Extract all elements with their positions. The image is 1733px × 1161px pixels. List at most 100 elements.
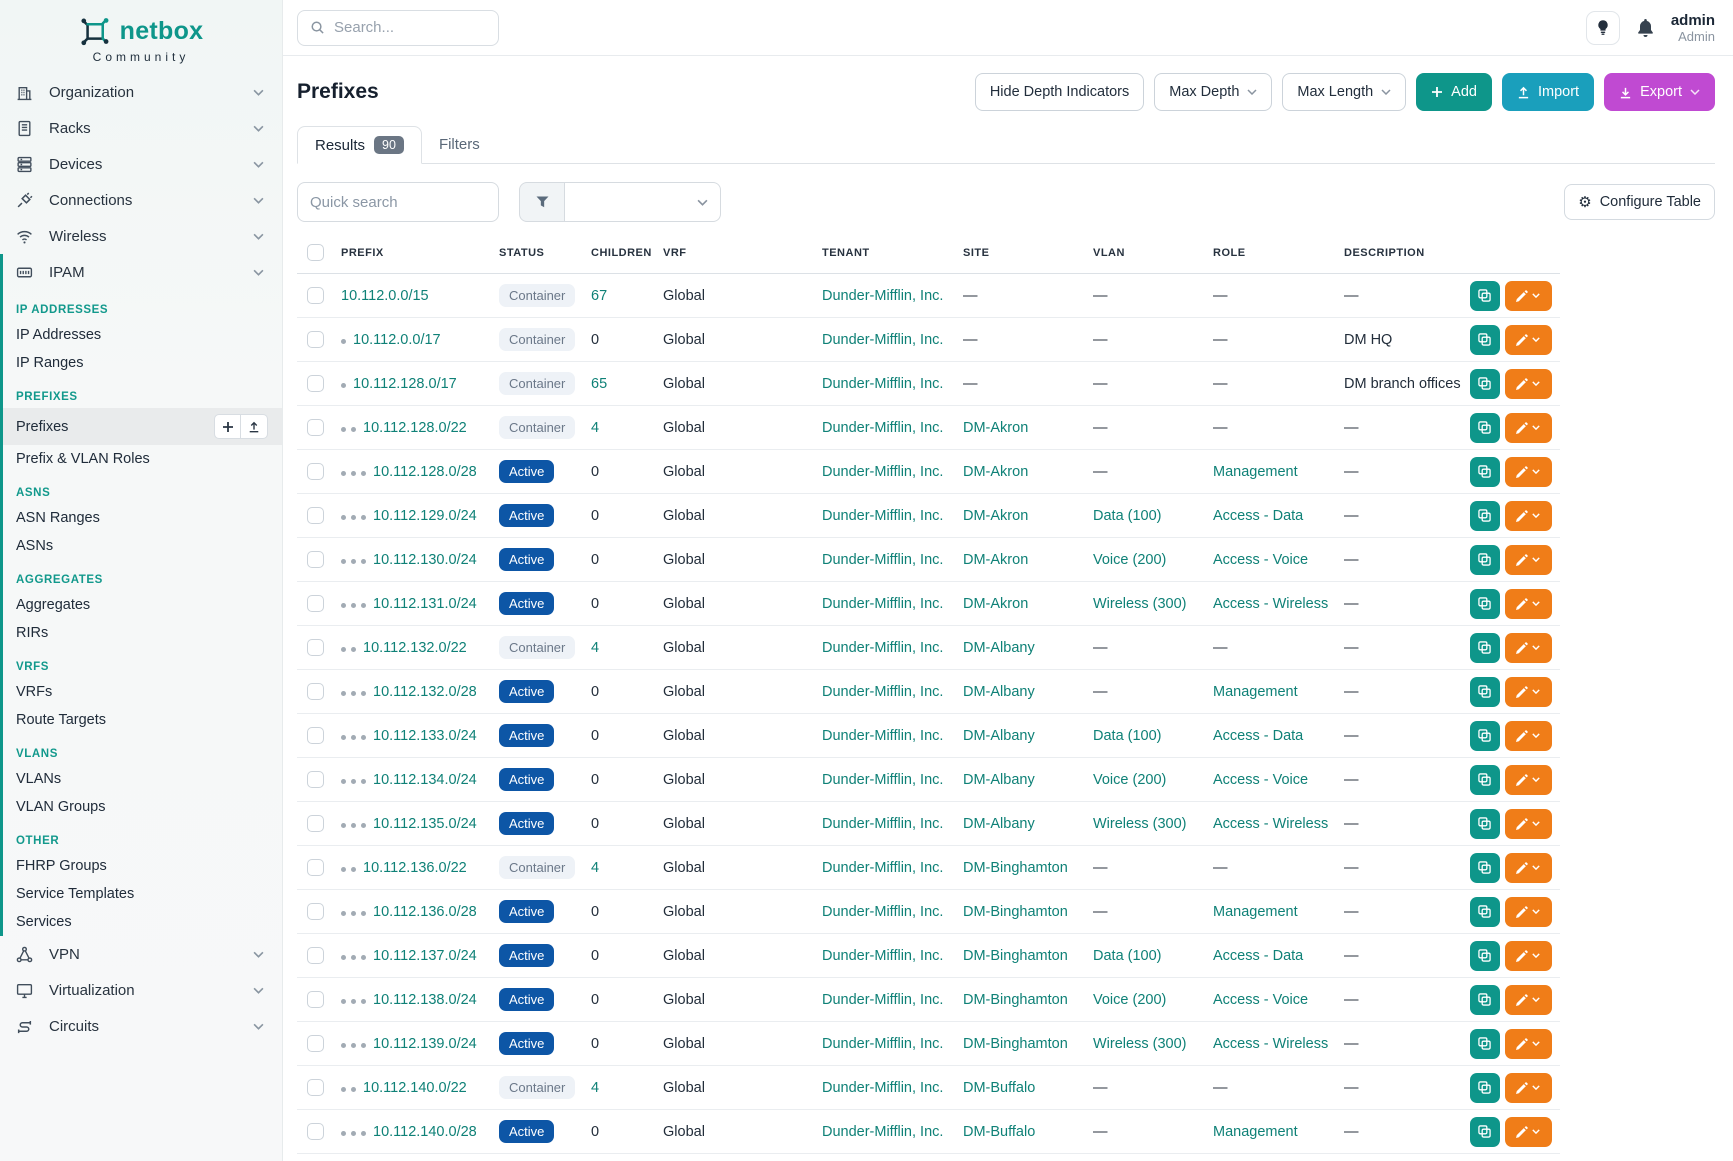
copy-button[interactable] xyxy=(1470,325,1500,355)
edit-button[interactable] xyxy=(1505,721,1552,751)
site-link[interactable]: DM-Akron xyxy=(963,508,1028,524)
import-button[interactable]: Import xyxy=(1502,73,1594,111)
tenant-link[interactable]: Dunder-Mifflin, Inc. xyxy=(822,288,943,304)
vlan-link[interactable]: Data (100) xyxy=(1093,948,1162,964)
edit-button[interactable] xyxy=(1505,1073,1552,1103)
theme-toggle-button[interactable] xyxy=(1586,11,1620,45)
sidebar-item-virtualization[interactable]: Virtualization xyxy=(0,972,282,1008)
site-link[interactable]: DM-Binghamton xyxy=(963,1036,1068,1052)
prefix-link[interactable]: 10.112.132.0/22 xyxy=(363,640,467,656)
sidebar-item-aggregates[interactable]: Aggregates xyxy=(3,591,282,619)
tenant-link[interactable]: Dunder-Mifflin, Inc. xyxy=(822,992,943,1008)
site-link[interactable]: DM-Akron xyxy=(963,552,1028,568)
tenant-link[interactable]: Dunder-Mifflin, Inc. xyxy=(822,1080,943,1096)
tenant-link[interactable]: Dunder-Mifflin, Inc. xyxy=(822,684,943,700)
tenant-link[interactable]: Dunder-Mifflin, Inc. xyxy=(822,464,943,480)
site-link[interactable]: DM-Akron xyxy=(963,464,1028,480)
row-checkbox[interactable] xyxy=(307,1079,324,1096)
column-header-vrf[interactable]: VRF xyxy=(663,244,822,274)
copy-button[interactable] xyxy=(1470,1029,1500,1059)
sidebar-item-asn-ranges[interactable]: ASN Ranges xyxy=(3,504,282,532)
site-link[interactable]: DM-Binghamton xyxy=(963,860,1068,876)
row-checkbox[interactable] xyxy=(307,639,324,656)
copy-button[interactable] xyxy=(1470,413,1500,443)
row-checkbox[interactable] xyxy=(307,815,324,832)
row-checkbox[interactable] xyxy=(307,1123,324,1140)
sidebar-item-vpn[interactable]: VPN xyxy=(0,936,282,972)
tenant-link[interactable]: Dunder-Mifflin, Inc. xyxy=(822,816,943,832)
copy-button[interactable] xyxy=(1470,633,1500,663)
max-depth-dropdown[interactable]: Max Depth xyxy=(1154,73,1272,111)
add-button[interactable]: Add xyxy=(1416,73,1492,111)
column-header-description[interactable]: DESCRIPTION xyxy=(1344,244,1470,274)
edit-button[interactable] xyxy=(1505,985,1552,1015)
role-link[interactable]: Access - Voice xyxy=(1213,772,1308,788)
copy-button[interactable] xyxy=(1470,809,1500,839)
role-link[interactable]: Access - Data xyxy=(1213,948,1303,964)
row-checkbox[interactable] xyxy=(307,947,324,964)
site-link[interactable]: DM-Binghamton xyxy=(963,948,1068,964)
tenant-link[interactable]: Dunder-Mifflin, Inc. xyxy=(822,508,943,524)
sidebar-item-rirs[interactable]: RIRs xyxy=(3,619,282,647)
tenant-link[interactable]: Dunder-Mifflin, Inc. xyxy=(822,420,943,436)
row-checkbox[interactable] xyxy=(307,331,324,348)
sidebar-item-ip-ranges[interactable]: IP Ranges xyxy=(3,349,282,377)
role-link[interactable]: Management xyxy=(1213,904,1298,920)
site-link[interactable]: DM-Buffalo xyxy=(963,1080,1035,1096)
column-header-tenant[interactable]: TENANT xyxy=(822,244,963,274)
row-checkbox[interactable] xyxy=(307,287,324,304)
tenant-link[interactable]: Dunder-Mifflin, Inc. xyxy=(822,1036,943,1052)
edit-button[interactable] xyxy=(1505,369,1552,399)
edit-button[interactable] xyxy=(1505,589,1552,619)
prefix-link[interactable]: 10.112.128.0/28 xyxy=(373,464,477,480)
sidebar-item-racks[interactable]: Racks xyxy=(0,110,282,146)
copy-button[interactable] xyxy=(1470,501,1500,531)
prefix-link[interactable]: 10.112.134.0/24 xyxy=(373,772,477,788)
tenant-link[interactable]: Dunder-Mifflin, Inc. xyxy=(822,728,943,744)
max-length-dropdown[interactable]: Max Length xyxy=(1282,73,1406,111)
tenant-link[interactable]: Dunder-Mifflin, Inc. xyxy=(822,640,943,656)
vlan-link[interactable]: Data (100) xyxy=(1093,508,1162,524)
role-link[interactable]: Management xyxy=(1213,1124,1298,1140)
prefix-link[interactable]: 10.112.136.0/22 xyxy=(363,860,467,876)
prefix-link[interactable]: 10.112.129.0/24 xyxy=(373,508,477,524)
prefix-link[interactable]: 10.112.138.0/24 xyxy=(373,992,477,1008)
row-checkbox[interactable] xyxy=(307,419,324,436)
vlan-link[interactable]: Data (100) xyxy=(1093,728,1162,744)
role-link[interactable]: Management xyxy=(1213,464,1298,480)
row-checkbox[interactable] xyxy=(307,507,324,524)
row-checkbox[interactable] xyxy=(307,903,324,920)
site-link[interactable]: DM-Buffalo xyxy=(963,1124,1035,1140)
tenant-link[interactable]: Dunder-Mifflin, Inc. xyxy=(822,332,943,348)
sidebar-item-vlan-groups[interactable]: VLAN Groups xyxy=(3,793,282,821)
search-input[interactable] xyxy=(334,19,486,36)
role-link[interactable]: Access - Wireless xyxy=(1213,1036,1328,1052)
row-checkbox[interactable] xyxy=(307,727,324,744)
prefix-link[interactable]: 10.112.139.0/24 xyxy=(373,1036,477,1052)
prefix-link[interactable]: 10.112.128.0/17 xyxy=(353,376,457,392)
tab-filters[interactable]: Filters xyxy=(422,126,497,163)
copy-button[interactable] xyxy=(1470,985,1500,1015)
role-link[interactable]: Access - Wireless xyxy=(1213,596,1328,612)
sidebar-item-fhrp-groups[interactable]: FHRP Groups xyxy=(3,852,282,880)
column-header-prefix[interactable]: PREFIX xyxy=(341,244,499,274)
copy-button[interactable] xyxy=(1470,281,1500,311)
children-link[interactable]: 4 xyxy=(591,640,599,656)
site-link[interactable]: DM-Binghamton xyxy=(963,992,1068,1008)
row-checkbox[interactable] xyxy=(307,683,324,700)
row-checkbox[interactable] xyxy=(307,551,324,568)
prefix-link[interactable]: 10.112.128.0/22 xyxy=(363,420,467,436)
column-header-children[interactable]: CHILDREN xyxy=(591,244,663,274)
column-header-role[interactable]: ROLE xyxy=(1213,244,1344,274)
vlan-link[interactable]: Voice (200) xyxy=(1093,992,1166,1008)
prefix-link[interactable]: 10.112.0.0/15 xyxy=(341,288,429,304)
edit-button[interactable] xyxy=(1505,501,1552,531)
sidebar-item-prefixes[interactable]: Prefixes xyxy=(3,408,282,445)
sidebar-item-circuits[interactable]: Circuits xyxy=(0,1008,282,1044)
edit-button[interactable] xyxy=(1505,677,1552,707)
tenant-link[interactable]: Dunder-Mifflin, Inc. xyxy=(822,904,943,920)
children-link[interactable]: 4 xyxy=(591,420,599,436)
site-link[interactable]: DM-Albany xyxy=(963,684,1035,700)
prefix-link[interactable]: 10.112.132.0/28 xyxy=(373,684,477,700)
prefix-import-button[interactable] xyxy=(241,414,268,439)
